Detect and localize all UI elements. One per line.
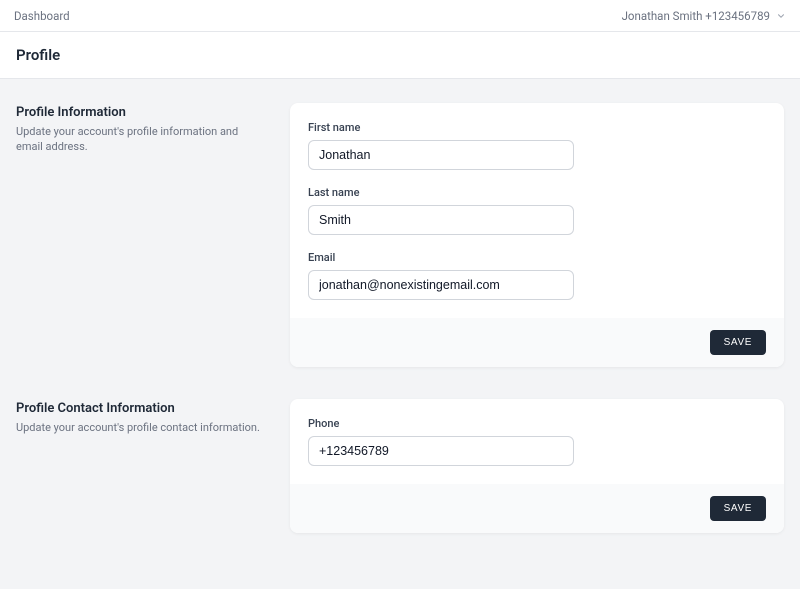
last-name-label: Last name — [308, 186, 766, 199]
first-name-input[interactable] — [308, 140, 574, 170]
phone-label: Phone — [308, 417, 766, 430]
save-profile-button[interactable]: SAVE — [710, 330, 766, 355]
section-meta: Profile Contact Information Update your … — [16, 399, 266, 533]
phone-input[interactable] — [308, 436, 574, 466]
chevron-down-icon — [776, 11, 786, 21]
email-input[interactable] — [308, 270, 574, 300]
contact-info-section: Profile Contact Information Update your … — [16, 399, 784, 533]
last-name-input[interactable] — [308, 205, 574, 235]
email-label: Email — [308, 251, 766, 264]
section-title: Profile Contact Information — [16, 401, 266, 416]
section-meta: Profile Information Update your account'… — [16, 103, 266, 367]
page-title: Profile — [16, 46, 784, 64]
titlebar: Profile — [0, 32, 800, 79]
save-contact-button[interactable]: SAVE — [710, 496, 766, 521]
profile-info-section: Profile Information Update your account'… — [16, 103, 784, 367]
section-description: Update your account's profile informatio… — [16, 124, 266, 155]
section-title: Profile Information — [16, 105, 266, 120]
dashboard-link[interactable]: Dashboard — [14, 9, 70, 23]
profile-info-card: First name Last name Email SAVE — [290, 103, 784, 367]
topbar: Dashboard Jonathan Smith +123456789 — [0, 0, 800, 32]
user-dropdown[interactable]: Jonathan Smith +123456789 — [622, 9, 786, 23]
contact-info-card: Phone SAVE — [290, 399, 784, 533]
section-description: Update your account's profile contact in… — [16, 420, 266, 435]
user-display-name: Jonathan Smith +123456789 — [622, 9, 770, 23]
first-name-label: First name — [308, 121, 766, 134]
